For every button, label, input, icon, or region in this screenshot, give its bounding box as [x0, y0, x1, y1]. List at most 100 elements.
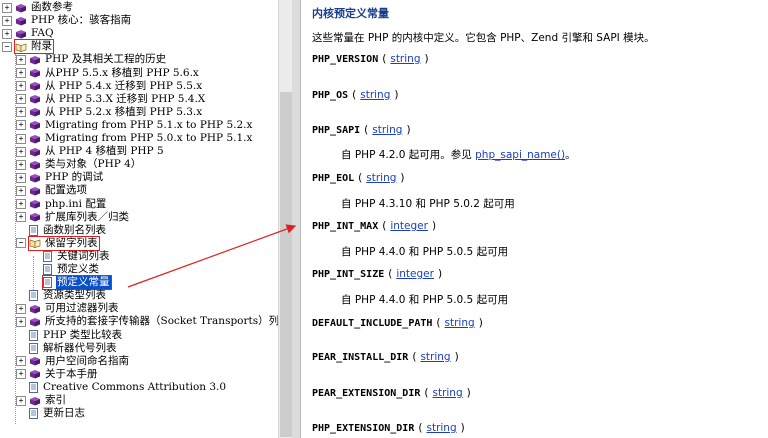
tree-item[interactable]: + 从 PHP 4 移植到 PHP 5 — [16, 145, 165, 158]
contents-tree[interactable]: + 函数参考 + PHP 核心：骇客指南 + FAQ − 附录 + PHP 及其相关工程的历史 + 从… — [0, 0, 278, 438]
tree-item-label[interactable]: 预定义类 — [56, 263, 100, 276]
tree-item[interactable]: Creative Commons Attribution 3.0 — [16, 381, 227, 394]
expand-icon[interactable]: + — [16, 107, 26, 118]
expand-icon[interactable]: + — [2, 15, 12, 26]
tree-item-label[interactable]: 更新日志 — [42, 407, 86, 420]
tree-item-label[interactable]: php.ini 配置 — [44, 198, 107, 211]
tree-item-label[interactable]: 关于本手册 — [44, 368, 99, 381]
tree-item[interactable]: − 附录 — [2, 39, 54, 55]
tree-item[interactable]: + 用户空间命名指南 — [16, 355, 130, 368]
expand-icon[interactable]: + — [16, 185, 26, 196]
tree-item[interactable]: + 配置选项 — [16, 184, 88, 197]
tree-item[interactable]: 更新日志 — [16, 407, 86, 420]
tree-item-label[interactable]: 索引 — [44, 394, 67, 407]
tree-item-label[interactable]: 从 PHP 5.2.x 移植到 PHP 5.3.x — [44, 106, 203, 119]
scrollbar-thumb[interactable] — [280, 92, 292, 437]
tree-item-label[interactable]: 配置选项 — [44, 184, 88, 197]
type-link[interactable]: integer — [390, 220, 428, 232]
expand-icon[interactable]: + — [16, 54, 26, 65]
expand-icon[interactable]: + — [16, 212, 26, 223]
tree-item-label[interactable]: 函数参考 — [30, 1, 74, 14]
tree-item-label[interactable]: 从 PHP 4 移植到 PHP 5 — [44, 145, 165, 158]
tree-item[interactable]: + PHP 的调试 — [16, 171, 104, 184]
tree-item[interactable]: PHP 类型比较表 — [16, 329, 123, 342]
type-link[interactable]: string — [360, 89, 390, 101]
expand-icon[interactable]: + — [16, 146, 26, 157]
tree-item[interactable]: + 类与对象（PHP 4） — [16, 158, 142, 171]
tree-item-label[interactable]: 从 PHP 5.3.X 迁移到 PHP 5.4.X — [44, 93, 206, 106]
tree-item-label[interactable]: 关键词列表 — [56, 250, 111, 263]
tree-item-label[interactable]: 函数别名列表 — [42, 224, 107, 237]
type-link[interactable]: string — [372, 124, 402, 136]
tree-item[interactable]: 函数别名列表 — [16, 224, 107, 237]
tree-item-label[interactable]: 预定义常量 — [56, 276, 111, 290]
tree-item-label[interactable]: 解析器代号列表 — [42, 342, 118, 355]
tree-item-label[interactable]: 扩展库列表／归类 — [44, 211, 130, 224]
tree-item[interactable]: 解析器代号列表 — [16, 342, 118, 355]
expand-icon[interactable]: + — [16, 356, 26, 367]
collapse-icon[interactable]: − — [2, 41, 12, 52]
tree-item[interactable]: + Migrating from PHP 5.0.x to PHP 5.1.x — [16, 132, 253, 145]
tree-item-label[interactable]: 可用过滤器列表 — [44, 302, 120, 315]
type-link[interactable]: string — [366, 172, 396, 184]
tree-item[interactable]: + 关于本手册 — [16, 368, 99, 381]
type-link[interactable]: string — [390, 53, 420, 65]
tree-item-label[interactable]: PHP 类型比较表 — [42, 329, 123, 342]
expand-icon[interactable]: + — [2, 28, 12, 39]
tree-item[interactable]: + 从 PHP 5.2.x 移植到 PHP 5.3.x — [16, 106, 203, 119]
tree-item-label[interactable]: FAQ — [30, 27, 55, 40]
expand-icon[interactable]: + — [16, 120, 26, 131]
type-link[interactable]: string — [420, 351, 450, 363]
expand-icon[interactable]: + — [16, 369, 26, 380]
tree-item-label[interactable]: 附录 — [30, 40, 53, 53]
tree-item[interactable]: 关键词列表 — [30, 250, 111, 263]
type-link[interactable]: string — [426, 422, 456, 434]
tree-item[interactable]: + FAQ — [2, 27, 55, 40]
tree-item[interactable]: + PHP 及其相关工程的历史 — [16, 53, 167, 66]
tree-item-label[interactable]: Migrating from PHP 5.0.x to PHP 5.1.x — [44, 132, 253, 145]
tree-item-label[interactable]: Migrating from PHP 5.1.x to PHP 5.2.x — [44, 119, 253, 132]
expand-icon[interactable]: + — [16, 172, 26, 183]
expand-icon[interactable]: + — [16, 94, 26, 105]
expand-icon[interactable]: + — [16, 159, 26, 170]
tree-item-label[interactable]: 用户空间命名指南 — [44, 355, 130, 368]
tree-item[interactable]: 预定义常量 — [30, 275, 112, 291]
tree-item[interactable]: − 保留字列表 — [16, 235, 100, 251]
tree-item-label[interactable]: 资源类型列表 — [42, 289, 107, 302]
expand-icon[interactable]: + — [16, 68, 26, 78]
type-link[interactable]: string — [432, 387, 462, 399]
tree-item-label[interactable]: Creative Commons Attribution 3.0 — [42, 381, 227, 394]
expand-icon[interactable]: + — [16, 316, 26, 327]
expand-icon[interactable]: + — [16, 303, 26, 314]
tree-item[interactable]: + php.ini 配置 — [16, 198, 107, 211]
tree-item[interactable]: + 可用过滤器列表 — [16, 302, 120, 315]
pane-splitter[interactable] — [292, 0, 301, 438]
tree-item[interactable]: + 从 PHP 5.4.x 迁移到 PHP 5.5.x — [16, 80, 203, 93]
tree-item[interactable]: + 扩展库列表／归类 — [16, 211, 130, 224]
collapse-icon[interactable]: − — [16, 238, 26, 249]
tree-item[interactable]: + PHP 核心：骇客指南 — [2, 14, 132, 27]
tree-item-label[interactable]: 所支持的套接字传输器（Socket Transports）列 — [44, 315, 278, 328]
expand-icon[interactable]: + — [16, 81, 26, 92]
tree-item[interactable]: + Migrating from PHP 5.1.x to PHP 5.2.x — [16, 119, 253, 132]
tree-item-label[interactable]: PHP 及其相关工程的历史 — [44, 53, 167, 66]
tree-item[interactable]: + 所支持的套接字传输器（Socket Transports）列 — [16, 315, 278, 328]
expand-icon[interactable]: + — [2, 2, 12, 13]
tree-item-label[interactable]: 从 PHP 5.4.x 迁移到 PHP 5.5.x — [44, 80, 203, 93]
expand-icon[interactable]: + — [16, 395, 26, 406]
tree-item-label[interactable]: PHP 的调试 — [44, 171, 104, 184]
tree-item[interactable]: + 从PHP 5.5.x 移植到 PHP 5.6.x — [16, 67, 200, 80]
tree-item-label[interactable]: PHP 核心：骇客指南 — [30, 14, 132, 27]
type-link[interactable]: string — [445, 317, 475, 329]
tree-item[interactable]: + 函数参考 — [2, 1, 74, 14]
expand-icon[interactable]: + — [16, 199, 26, 209]
type-link[interactable]: integer — [396, 268, 434, 280]
tree-item-label[interactable]: 从PHP 5.5.x 移植到 PHP 5.6.x — [44, 67, 200, 80]
expand-icon[interactable]: + — [16, 133, 26, 144]
tree-item[interactable]: 资源类型列表 — [16, 289, 107, 302]
tree-scrollbar[interactable] — [278, 0, 293, 438]
tree-item-label[interactable]: 保留字列表 — [44, 237, 99, 250]
tree-item[interactable]: 预定义类 — [30, 263, 100, 276]
tree-item[interactable]: + 从 PHP 5.3.X 迁移到 PHP 5.4.X — [16, 93, 206, 106]
tree-item[interactable]: + 索引 — [16, 394, 67, 407]
